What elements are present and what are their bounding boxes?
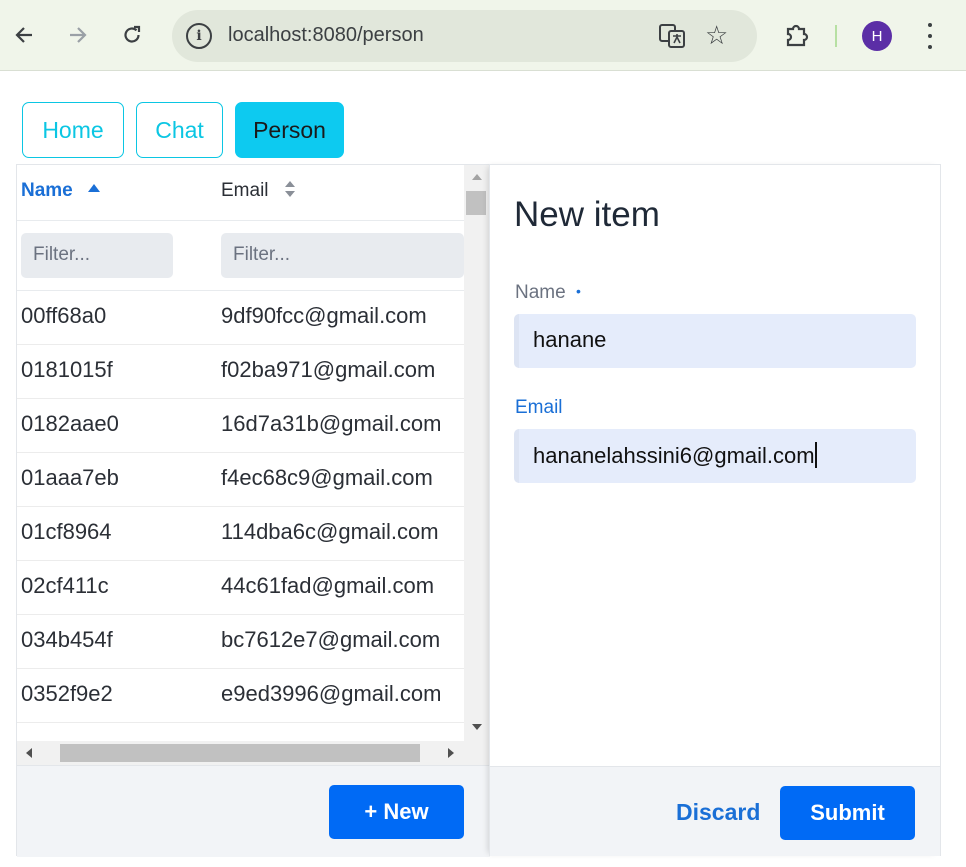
- form-title: New item: [514, 195, 660, 234]
- table-row[interactable]: 0182aae0 16d7a31b@gmail.com: [17, 399, 464, 453]
- email-field-value: hananelahssini6@gmail.com: [533, 443, 815, 468]
- translate-icon[interactable]: [658, 22, 686, 50]
- url-text[interactable]: localhost:8080/person: [228, 24, 424, 47]
- email-filter-input[interactable]: Filter...: [221, 233, 464, 278]
- bookmark-star-icon[interactable]: ☆: [705, 20, 728, 51]
- name-cell: 0352f9e2: [21, 681, 113, 706]
- tab-home[interactable]: Home: [22, 102, 124, 158]
- email-cell: bc7612e7@gmail.com: [221, 627, 441, 652]
- table-row[interactable]: 01aaa7eb f4ec68c9@gmail.com: [17, 453, 464, 507]
- email-cell: f02ba971@gmail.com: [221, 357, 436, 382]
- reload-icon[interactable]: [114, 17, 150, 53]
- name-cell: 0181015f: [21, 357, 113, 382]
- text-caret: [814, 442, 817, 468]
- column-header-label: Name: [21, 180, 73, 201]
- toolbar-divider: [835, 25, 837, 47]
- column-header-name[interactable]: Name: [21, 180, 101, 202]
- forward-arrow-icon[interactable]: [60, 17, 96, 53]
- email-cell: 16d7a31b@gmail.com: [221, 411, 442, 436]
- person-grid: Name Email Filter... Filter... 00ff68a0 9…: [16, 164, 490, 857]
- filter-row: Filter... Filter...: [17, 221, 464, 291]
- vertical-scroll-thumb[interactable]: [466, 191, 486, 215]
- new-item-button[interactable]: + New: [329, 785, 464, 839]
- profile-avatar[interactable]: H: [862, 21, 892, 51]
- name-cell: 034b454f: [21, 627, 113, 652]
- tab-person[interactable]: Person: [235, 102, 344, 158]
- email-cell: f4ec68c9@gmail.com: [221, 465, 433, 490]
- sort-ascending-icon[interactable]: [88, 184, 101, 192]
- scroll-left-arrow-icon[interactable]: [25, 747, 33, 759]
- browser-menu-icon[interactable]: [920, 20, 940, 52]
- email-field[interactable]: hananelahssini6@gmail.com: [514, 429, 916, 483]
- column-header-label: Email: [221, 180, 269, 201]
- table-row[interactable]: 0181015f f02ba971@gmail.com: [17, 345, 464, 399]
- name-cell: 0182aae0: [21, 411, 119, 436]
- table-row[interactable]: 034b454f bc7612e7@gmail.com: [17, 615, 464, 669]
- name-field[interactable]: hanane: [514, 314, 916, 368]
- table-row[interactable]: 02cf411c 44c61fad@gmail.com: [17, 561, 464, 615]
- table-row[interactable]: 01cf8964 114dba6c@gmail.com: [17, 507, 464, 561]
- grid-body: 00ff68a0 9df90fcc@gmail.com 0181015f f02ba…: [17, 291, 464, 741]
- site-info-icon[interactable]: i: [186, 23, 212, 49]
- discard-button[interactable]: Discard: [676, 799, 760, 826]
- back-arrow-icon[interactable]: [6, 17, 42, 53]
- email-cell: e9ed3996@gmail.com: [221, 681, 442, 706]
- name-field-label: Name •: [515, 282, 581, 304]
- name-cell: 01cf8964: [21, 519, 112, 544]
- tab-chat[interactable]: Chat: [136, 102, 223, 158]
- scroll-right-arrow-icon[interactable]: [447, 747, 455, 759]
- sort-unsorted-icon[interactable]: [284, 180, 296, 198]
- form-footer: Discard Submit: [490, 766, 940, 856]
- item-editor-form: New item Name • hanane Email hananelahss…: [489, 164, 941, 856]
- grid-header: Name Email: [17, 165, 464, 221]
- horizontal-scrollbar[interactable]: [17, 741, 490, 765]
- email-cell: 9df90fcc@gmail.com: [221, 303, 427, 328]
- scroll-down-arrow-icon[interactable]: [471, 723, 483, 731]
- email-field-label: Email: [515, 397, 563, 418]
- address-bar[interactable]: i localhost:8080/person ☆: [172, 10, 757, 62]
- name-filter-input[interactable]: Filter...: [21, 233, 173, 278]
- email-cell: 44c61fad@gmail.com: [221, 573, 435, 598]
- email-cell: 114dba6c@gmail.com: [221, 519, 439, 544]
- name-cell: 00ff68a0: [21, 303, 107, 328]
- name-cell: 02cf411c: [21, 573, 109, 598]
- scroll-up-arrow-icon[interactable]: [471, 173, 483, 181]
- table-row[interactable]: 0352f9e2 e9ed3996@gmail.com: [17, 669, 464, 723]
- table-row[interactable]: 00ff68a0 9df90fcc@gmail.com: [17, 291, 464, 345]
- required-indicator: •: [575, 283, 581, 299]
- horizontal-scroll-thumb[interactable]: [60, 744, 420, 762]
- browser-toolbar: i localhost:8080/person ☆ H: [0, 0, 966, 71]
- name-label-text: Name: [515, 282, 566, 303]
- column-header-email[interactable]: Email: [221, 180, 296, 202]
- extensions-puzzle-icon[interactable]: [782, 20, 812, 50]
- grid-footer: + New: [17, 765, 490, 857]
- vertical-scrollbar[interactable]: [464, 165, 490, 741]
- name-cell: 01aaa7eb: [21, 465, 119, 490]
- submit-button[interactable]: Submit: [780, 786, 915, 840]
